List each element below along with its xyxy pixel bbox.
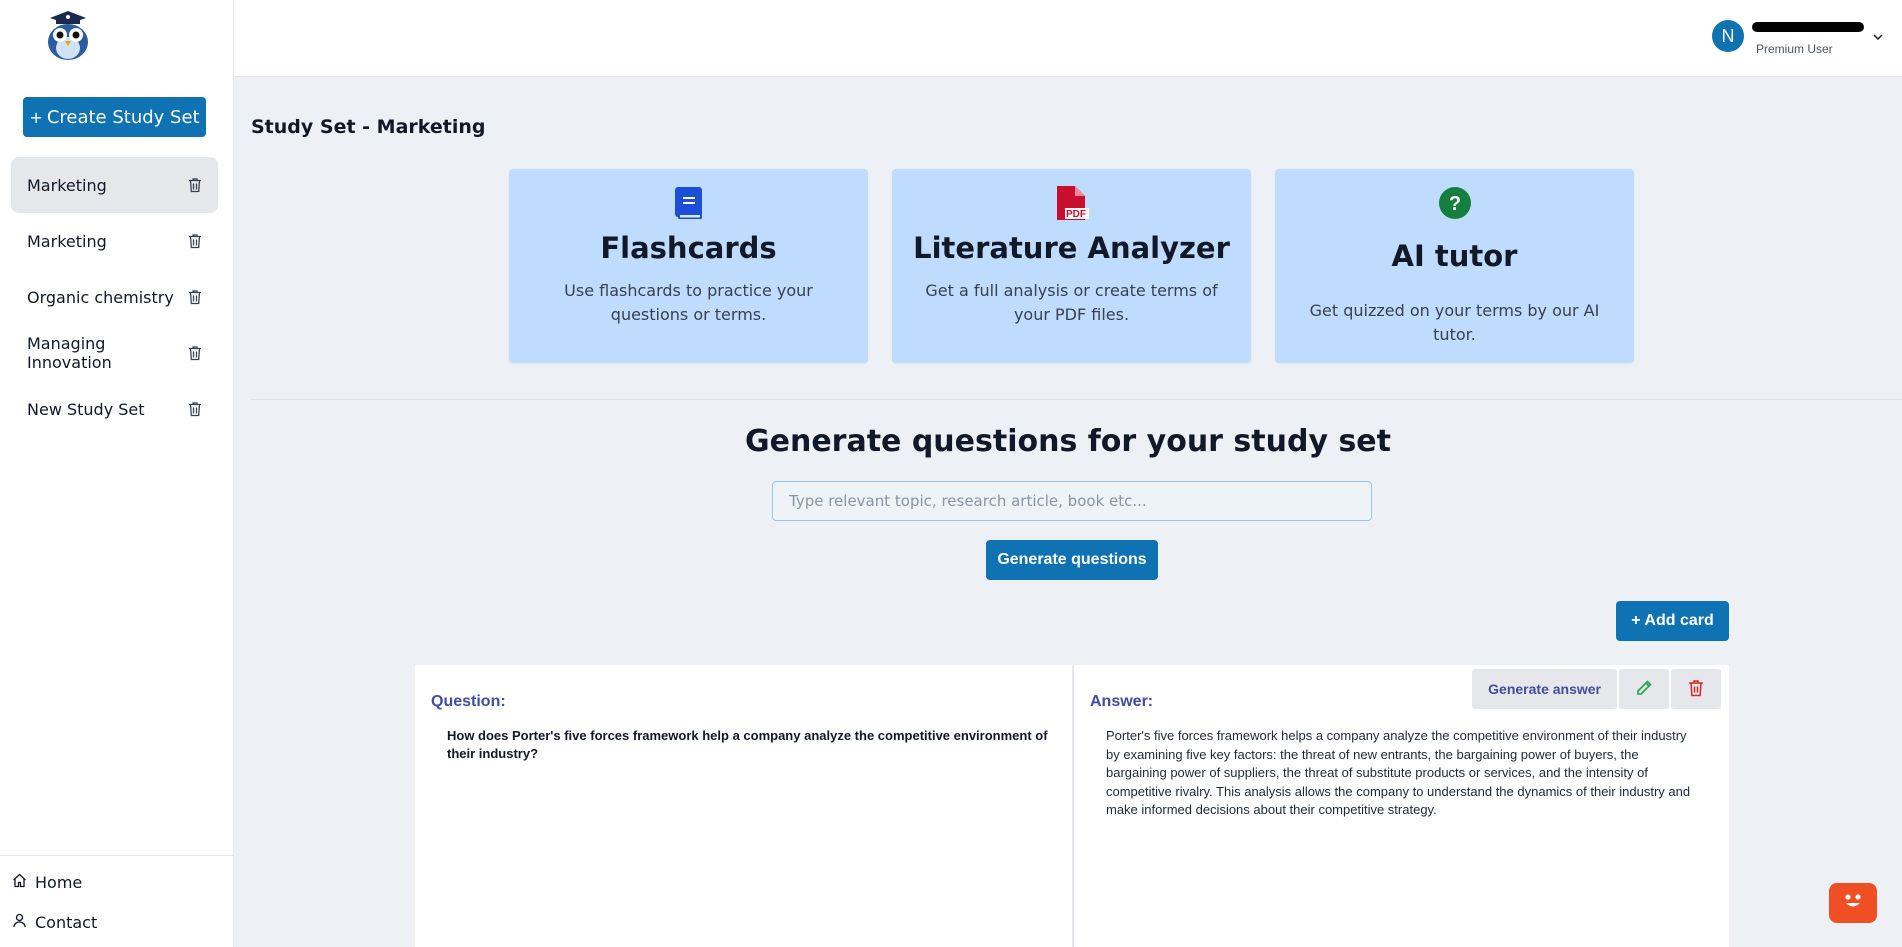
study-set-item[interactable]: Marketing (11, 213, 218, 269)
edit-button[interactable] (1619, 669, 1669, 709)
pdf-icon: PDFPDF (1055, 185, 1089, 221)
add-card-button[interactable]: + Add card (1616, 601, 1729, 641)
plus-icon: + (29, 107, 43, 127)
sidebar: + Create Study Set Marketing Marketing O… (0, 0, 234, 947)
question-icon-text: ? (1448, 193, 1460, 215)
study-set-item[interactable]: New Study Set (11, 381, 218, 437)
feature-title: Flashcards (600, 231, 777, 265)
study-set-item[interactable]: Marketing (11, 157, 218, 213)
feature-card-ai-tutor[interactable]: ? AI tutor Get quizzed on your terms by … (1275, 169, 1634, 363)
feature-card-literature-analyzer[interactable]: PDFPDF Literature Analyzer Get a full an… (892, 169, 1251, 363)
answer-text[interactable]: Porter's five forces framework helps a c… (1090, 727, 1713, 820)
chevron-down-icon[interactable] (1872, 30, 1884, 42)
pencil-icon (1635, 679, 1653, 700)
trash-icon[interactable] (188, 177, 202, 193)
trash-icon[interactable] (188, 233, 202, 249)
study-set-item[interactable]: Organic chemistry (11, 269, 218, 325)
study-set-label: Marketing (27, 231, 107, 251)
create-study-set-label: Create Study Set (46, 106, 200, 128)
study-set-label: New Study Set (27, 399, 145, 419)
card-actions: Generate answer (1472, 669, 1721, 709)
avatar[interactable]: N (1712, 20, 1744, 52)
owl-logo-icon[interactable] (42, 8, 94, 62)
generate-questions-button[interactable]: Generate questions (986, 540, 1158, 580)
study-set-label: Organic chemistry (27, 287, 174, 307)
pdf-icon-label: PDF (1066, 209, 1086, 220)
home-link[interactable]: Home (0, 862, 234, 902)
answer-column: Answer: Porter's five forces framework h… (1072, 665, 1729, 947)
feature-cards: Flashcards Use flashcards to practice yo… (509, 169, 1634, 363)
user-icon (12, 913, 27, 932)
home-label: Home (35, 872, 83, 892)
feature-description: Get a full analysis or create terms of y… (925, 281, 1218, 324)
user-role: Premium User (1756, 42, 1833, 56)
home-icon (12, 873, 27, 892)
smile-icon (1838, 889, 1868, 918)
feature-description: Get quizzed on your terms by our AI tuto… (1309, 301, 1600, 344)
generate-answer-button[interactable]: Generate answer (1472, 669, 1617, 709)
page-title: Study Set - Marketing (251, 116, 486, 138)
contact-label: Contact (35, 912, 98, 932)
trash-icon[interactable] (188, 345, 202, 361)
question-column: Question: How does Porter's five forces … (415, 665, 1072, 947)
section-divider (251, 399, 1902, 400)
delete-card-button[interactable] (1671, 669, 1721, 709)
user-name-redacted (1752, 22, 1864, 32)
contact-link[interactable]: Contact (0, 902, 234, 942)
question-label: Question: (431, 693, 506, 710)
trash-icon (1688, 679, 1704, 700)
topic-input[interactable] (772, 481, 1372, 521)
user-menu[interactable]: N Premium User (1712, 18, 1884, 56)
study-set-label: Marketing (27, 175, 107, 195)
feature-card-flashcards[interactable]: Flashcards Use flashcards to practice yo… (509, 169, 868, 363)
top-bar: N Premium User (234, 0, 1902, 77)
sidebar-footer-nav: Home Contact (0, 855, 234, 942)
feature-description: Use flashcards to practice your question… (564, 281, 813, 324)
trash-icon[interactable] (188, 289, 202, 305)
create-study-set-button[interactable]: + Create Study Set (23, 97, 206, 137)
question-icon: ? (1438, 185, 1472, 221)
study-set-list: Marketing Marketing Organic chemistry Ma… (11, 157, 218, 437)
feature-title: Literature Analyzer (913, 231, 1230, 265)
generate-title: Generate questions for your study set (744, 424, 1391, 459)
trash-icon[interactable] (188, 401, 202, 417)
question-text[interactable]: How does Porter's five forces framework … (431, 727, 1056, 763)
feature-title: AI tutor (1391, 239, 1518, 273)
chat-widget-button[interactable] (1829, 883, 1877, 923)
question-card: Question: How does Porter's five forces … (415, 665, 1729, 947)
book-icon (674, 185, 704, 221)
study-set-item[interactable]: Managing Innovation (11, 325, 218, 381)
user-meta: Premium User (1752, 18, 1864, 56)
study-set-label: Managing Innovation (27, 334, 112, 372)
